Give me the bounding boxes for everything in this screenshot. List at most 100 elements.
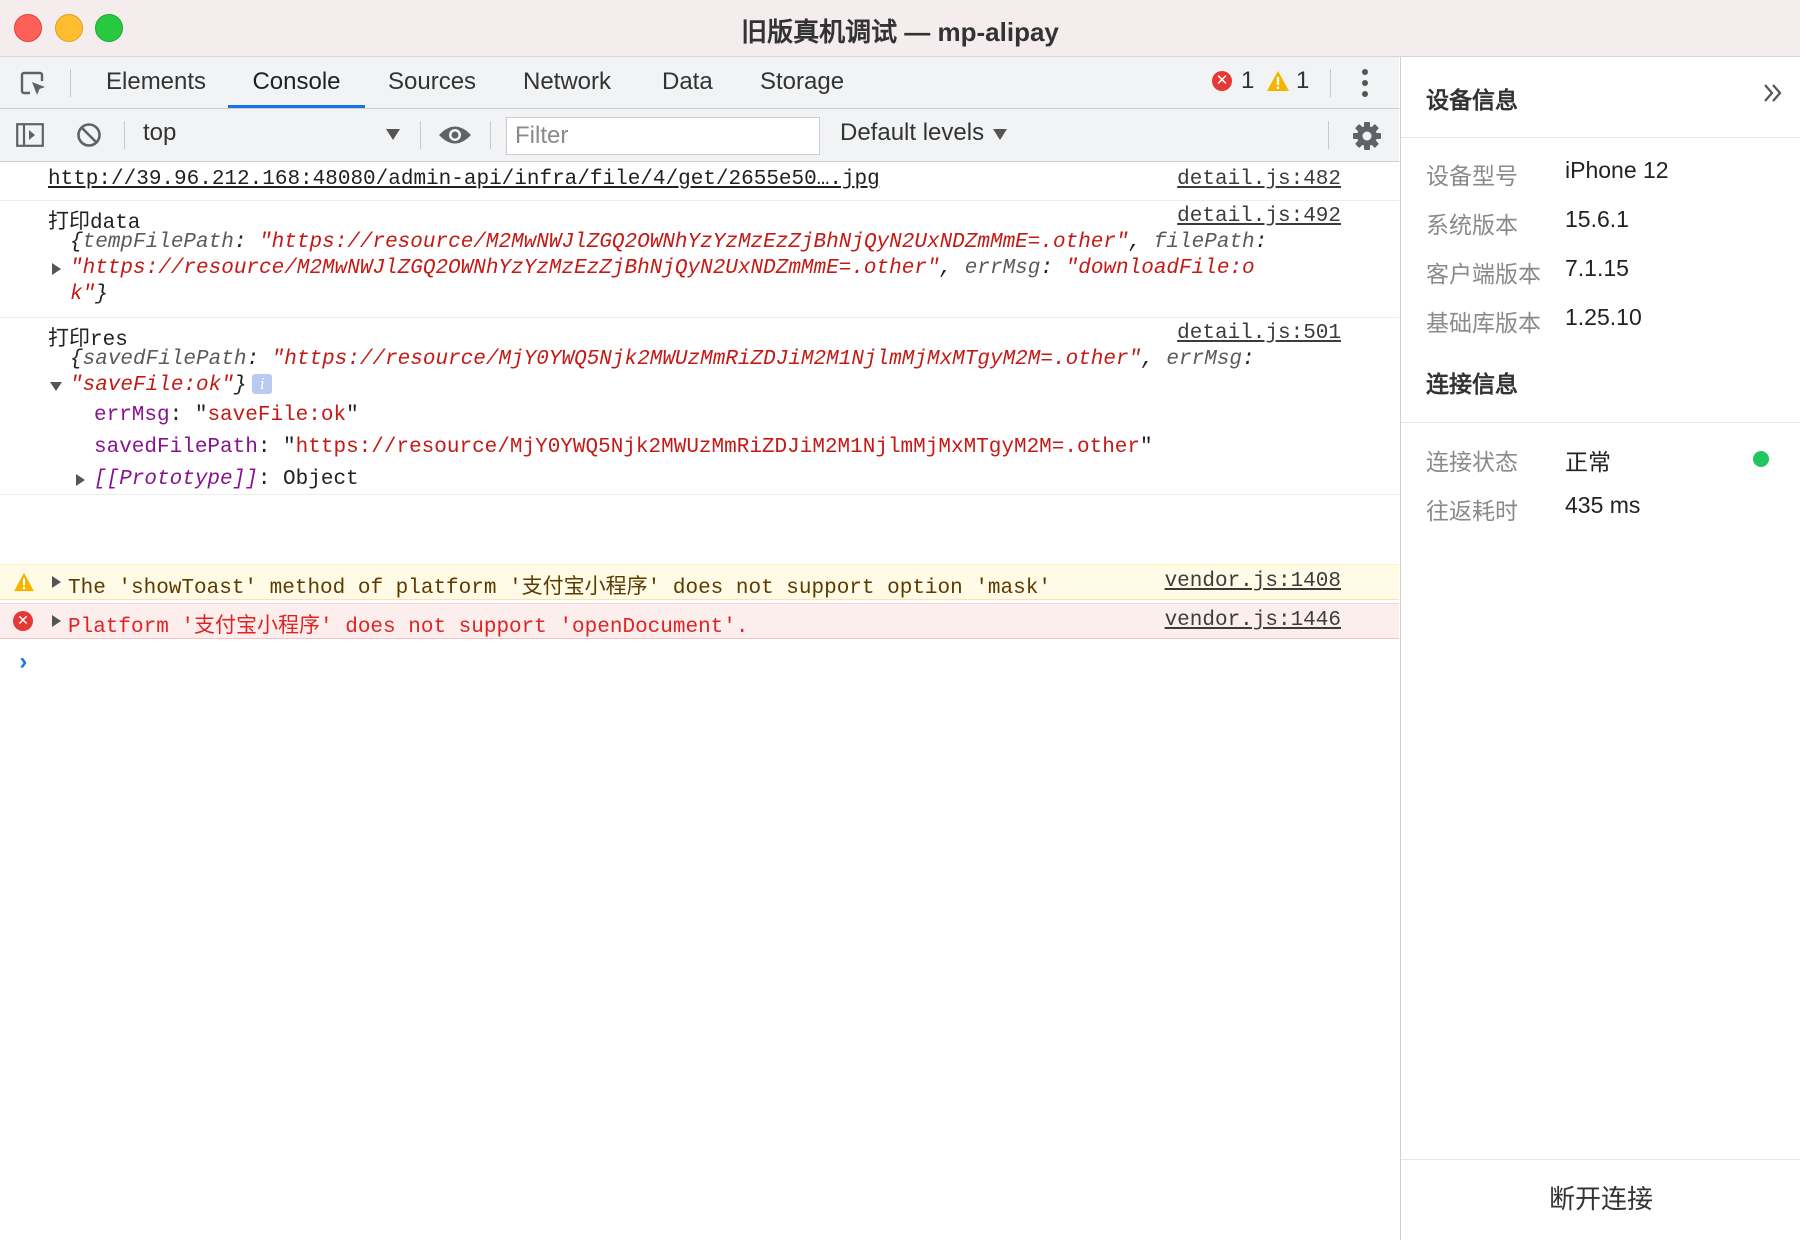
sdk-version-label: 基础库版本: [1426, 310, 1541, 336]
tab-bar: Elements Console Sources Network Data St…: [0, 57, 1399, 109]
punct: :: [1242, 348, 1255, 371]
disconnect-button[interactable]: 断开连接: [1401, 1159, 1800, 1240]
connection-status-value: 正常: [1565, 449, 1611, 475]
object-preview-line[interactable]: "https://resource/M2MwNWJlZGQ2OWNhYzYzMz…: [70, 257, 1255, 280]
object-property[interactable]: [[Prototype]]: Object: [94, 468, 359, 491]
device-model-label: 设备型号: [1426, 163, 1518, 189]
expand-arrow-icon[interactable]: [52, 615, 61, 627]
punct: :: [257, 468, 284, 491]
chevron-down-icon[interactable]: [386, 129, 400, 140]
warning-count[interactable]: 1: [1296, 67, 1309, 95]
toolbar-separator: [490, 121, 491, 149]
source-link[interactable]: vendor.js:1446: [1165, 609, 1341, 632]
more-options-icon[interactable]: [1360, 67, 1370, 99]
connection-status-label: 连接状态: [1426, 449, 1518, 475]
punct: ": [346, 404, 359, 427]
object-preview-line[interactable]: "saveFile:ok"} i: [70, 374, 273, 397]
punct: ,: [939, 257, 965, 280]
console-message: http://39.96.212.168:48080/admin-api/inf…: [0, 162, 1399, 201]
console-toolbar: top Default levels: [0, 109, 1399, 162]
collapse-panel-icon[interactable]: [1761, 81, 1785, 105]
error-count-icon[interactable]: ✕: [1212, 71, 1232, 91]
source-link[interactable]: detail.js:492: [1177, 205, 1341, 228]
tab-network[interactable]: Network: [523, 57, 611, 106]
console-output: http://39.96.212.168:48080/admin-api/inf…: [0, 162, 1399, 1240]
punct: }: [233, 374, 247, 397]
inspect-element-icon[interactable]: [18, 69, 48, 99]
expand-arrow-icon[interactable]: [52, 576, 61, 588]
punct: :: [1040, 257, 1066, 280]
object-preview-line[interactable]: {savedFilePath: "https://resource/MjY0YW…: [70, 348, 1255, 371]
punct: :: [233, 231, 260, 254]
object-value: "downloadFile:o: [1065, 257, 1255, 280]
filter-input[interactable]: [506, 117, 820, 155]
source-link[interactable]: detail.js:501: [1177, 322, 1341, 345]
property-key: [[Prototype]]: [94, 468, 258, 491]
chevron-down-icon[interactable]: [993, 129, 1007, 140]
punct: {: [70, 231, 83, 254]
punct: :: [246, 348, 272, 371]
tab-data[interactable]: Data: [662, 57, 713, 106]
object-value: "https://resource/MjY0YWQ5Njk2MWUzMmRiZD…: [271, 348, 1142, 371]
client-version-label: 客户端版本: [1426, 261, 1541, 287]
punct: ": [283, 436, 296, 459]
log-levels-dropdown[interactable]: Default levels: [840, 119, 984, 147]
punct: }: [95, 283, 108, 306]
error-message: Platform '支付宝小程序' does not support 'open…: [68, 616, 749, 639]
tab-elements[interactable]: Elements: [106, 57, 206, 106]
warning-count-icon[interactable]: [1266, 70, 1290, 92]
object-value: k": [70, 283, 96, 306]
object-value: "saveFile:ok": [70, 374, 234, 397]
devtools-panel: Elements Console Sources Network Data St…: [0, 57, 1399, 1240]
object-property: savedFilePath: "https://resource/MjY0YWQ…: [94, 436, 1153, 459]
tab-sources[interactable]: Sources: [388, 57, 476, 106]
info-icon[interactable]: i: [252, 374, 273, 395]
object-key: filePath: [1153, 231, 1255, 254]
punct: :: [1254, 231, 1268, 254]
source-link[interactable]: detail.js:482: [1177, 168, 1341, 191]
punct: ": [1140, 436, 1153, 459]
devtools-window: 旧版真机调试 — mp-alipay Elements Console Sour…: [0, 0, 1800, 1240]
warning-icon: [14, 572, 34, 592]
divider: [1401, 137, 1800, 138]
warning-message: The 'showToast' method of platform '支付宝小…: [68, 577, 1051, 600]
object-key: errMsg: [1166, 348, 1243, 371]
device-model-value: iPhone 12: [1565, 157, 1669, 183]
console-message: 打印data detail.js:492 {tempFilePath: "htt…: [0, 201, 1399, 318]
console-prompt-icon[interactable]: ›: [16, 650, 30, 677]
console-error: ✕ Platform '支付宝小程序' does not support 'op…: [0, 603, 1399, 639]
property-key: savedFilePath: [94, 436, 258, 459]
object-value: "https://resource/M2MwNWJlZGQ2OWNhYzYzMz…: [259, 231, 1129, 254]
collapse-arrow-icon[interactable]: [50, 382, 62, 391]
tab-storage[interactable]: Storage: [760, 57, 844, 106]
property-value: saveFile:ok: [207, 404, 347, 427]
os-version-label: 系统版本: [1426, 212, 1518, 238]
expand-arrow-icon[interactable]: [76, 474, 85, 486]
object-key: savedFilePath: [82, 348, 247, 371]
error-icon: ✕: [13, 611, 33, 631]
gear-icon[interactable]: [1352, 121, 1382, 151]
object-property: errMsg: "saveFile:ok": [94, 404, 359, 427]
punct: {: [70, 348, 83, 371]
client-version-value: 7.1.15: [1565, 255, 1629, 281]
error-count[interactable]: 1: [1241, 67, 1254, 95]
sidebar-toggle-icon[interactable]: [16, 123, 44, 147]
source-link[interactable]: vendor.js:1408: [1165, 570, 1341, 593]
context-selector[interactable]: top: [143, 119, 176, 147]
punct: ": [194, 404, 208, 427]
toolbar-separator: [420, 121, 421, 149]
log-url-link[interactable]: http://39.96.212.168:48080/admin-api/inf…: [48, 168, 880, 191]
object-preview-line[interactable]: {tempFilePath: "https://resource/M2MwNWJ…: [70, 231, 1267, 254]
device-info-title: 设备信息: [1426, 87, 1518, 113]
eye-icon[interactable]: [438, 124, 472, 146]
object-key: errMsg: [964, 257, 1041, 280]
tab-console[interactable]: Console: [228, 57, 365, 108]
clear-console-icon[interactable]: [76, 122, 102, 148]
connection-info-title: 连接信息: [1426, 371, 1518, 397]
expand-arrow-icon[interactable]: [52, 263, 61, 275]
toolbar-separator: [70, 69, 71, 97]
toolbar-separator: [1328, 121, 1329, 149]
window-title: 旧版真机调试 — mp-alipay: [741, 17, 1059, 47]
status-indicator: [1753, 451, 1769, 467]
object-preview-line[interactable]: k"}: [70, 283, 108, 306]
